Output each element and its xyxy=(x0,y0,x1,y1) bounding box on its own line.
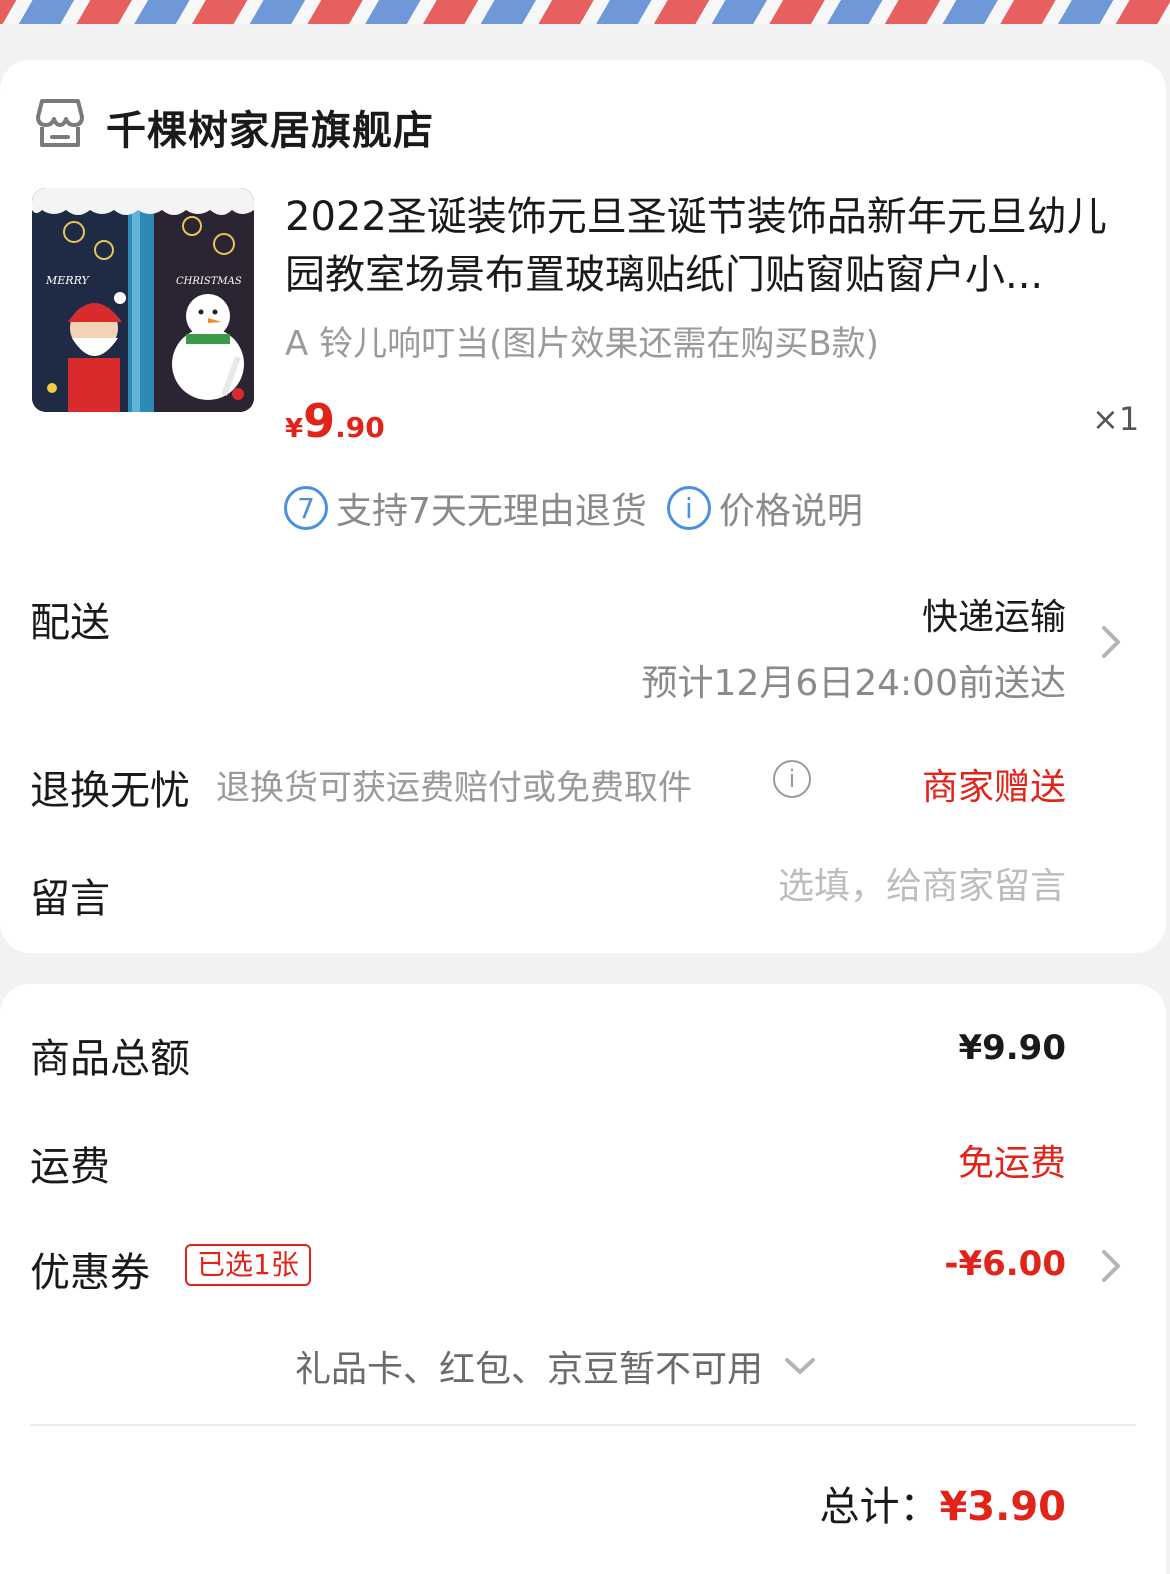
unavailable-payments-toggle[interactable]: 礼品卡、红包、京豆暂不可用 xyxy=(295,1340,817,1392)
coupon-selected-badge: 已选1张 xyxy=(185,1244,311,1286)
goods-total-label: 商品总额 xyxy=(30,1036,190,1082)
price-currency: ¥ xyxy=(285,414,304,444)
chevron-right-icon[interactable] xyxy=(1098,1246,1124,1286)
service-tags: 7 支持7天无理由退货 i 价格说明 xyxy=(284,482,863,534)
store-icon xyxy=(36,99,84,147)
returns-description: 退换货可获运费赔付或免费取件 xyxy=(216,768,692,808)
returns-info-icon[interactable]: i xyxy=(773,760,811,798)
delivery-label: 配送 xyxy=(30,600,110,646)
price-decimal: .90 xyxy=(335,411,385,444)
delivery-method[interactable]: 快递运输 xyxy=(922,588,1066,640)
shipping-fee-value: 免运费 xyxy=(957,1143,1066,1184)
thumbnail-text-right: CHRISTMAS xyxy=(176,276,242,287)
order-item-card: 千棵树家居旗舰店 MERRY CHRISTMAS 2022圣诞装饰元旦圣诞节装饰… xyxy=(0,60,1166,953)
coupon-discount-value[interactable]: -¥6.00 xyxy=(944,1244,1066,1284)
return-policy-tag: 支持7天无理由退货 xyxy=(336,491,647,532)
coupon-label: 优惠券 xyxy=(30,1250,150,1296)
info-icon[interactable]: i xyxy=(666,486,711,530)
price-integer: 9 xyxy=(303,394,336,448)
store-name[interactable]: 千棵树家居旗舰店 xyxy=(106,98,434,156)
returns-badge: 商家赠送 xyxy=(921,767,1066,808)
divider xyxy=(30,1424,1136,1426)
price-summary-card: 商品总额 ¥9.90 运费 免运费 优惠券 已选1张 -¥6.00 礼品卡、红包… xyxy=(0,984,1166,1574)
thumbnail-text-left: MERRY xyxy=(45,274,91,287)
total-label: 总计： xyxy=(819,1484,940,1530)
delivery-eta: 预计12月6日24:00前送达 xyxy=(641,663,1066,704)
unavailable-payments-text: 礼品卡、红包、京豆暂不可用 xyxy=(295,1349,764,1390)
total-value: ¥3.90 xyxy=(939,1484,1066,1530)
product-variant: A 铃儿响叮当(图片效果还需在购买B款) xyxy=(285,324,879,364)
chevron-down-icon xyxy=(785,1358,816,1374)
product-title[interactable]: 2022圣诞装饰元旦圣诞节装饰品新年元旦幼儿园教室场景布置玻璃贴纸门贴窗贴窗户小… xyxy=(285,188,1135,304)
shipping-fee-label: 运费 xyxy=(30,1144,110,1190)
order-total: 总计：¥3.90 xyxy=(819,1474,1066,1532)
price-explanation-link[interactable]: 价格说明 xyxy=(719,482,863,534)
returns-label: 退换无忧 xyxy=(30,768,190,814)
message-input[interactable] xyxy=(626,866,1066,907)
product-quantity: ×1 xyxy=(1092,400,1140,438)
chevron-right-icon[interactable] xyxy=(1098,622,1124,662)
return-days-icon: 7 xyxy=(284,486,328,530)
product-thumbnail[interactable]: MERRY CHRISTMAS xyxy=(32,188,254,412)
message-label: 留言 xyxy=(30,876,110,922)
product-price: ¥9.90 xyxy=(285,394,385,448)
airmail-stripe-border xyxy=(0,0,1170,30)
goods-total-value: ¥9.90 xyxy=(958,1028,1066,1068)
